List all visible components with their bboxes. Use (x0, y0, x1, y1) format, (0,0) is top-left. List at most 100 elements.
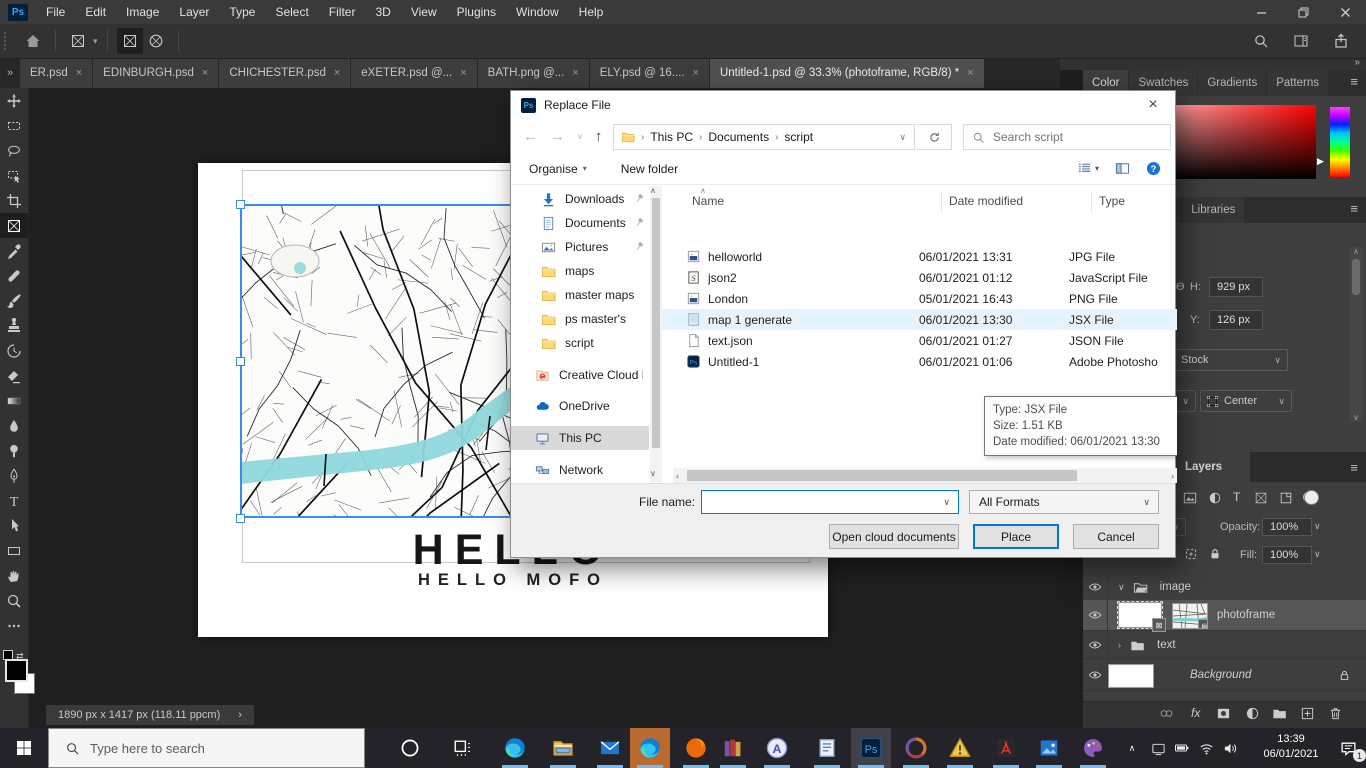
menu-layer[interactable]: Layer (169, 0, 219, 24)
center-dropdown[interactable]: Center ∨ (1200, 390, 1292, 412)
sidebar-scrollbar[interactable]: ∧ ∨ (650, 186, 662, 482)
link-layers-icon[interactable] (1159, 706, 1174, 726)
wifi-icon[interactable] (1194, 728, 1218, 768)
marquee-tool[interactable] (0, 113, 28, 138)
new-group-icon[interactable] (1272, 706, 1287, 726)
chevron-collapsed-icon[interactable]: › (1118, 640, 1121, 650)
document-tab[interactable]: eXETER.psd @... × (351, 58, 478, 88)
breadcrumb-dropdown-icon[interactable]: ∨ (899, 132, 906, 143)
background-thumbnail[interactable] (1108, 664, 1154, 688)
dialog-close-icon[interactable]: × (1131, 91, 1175, 119)
breadcrumb-script[interactable]: script (784, 130, 813, 144)
organise-button[interactable]: Organise ▾ (529, 162, 587, 176)
menu-view[interactable]: View (401, 0, 447, 24)
taskbar-edge-icon[interactable] (630, 728, 670, 768)
history-brush-tool[interactable] (0, 338, 28, 363)
frame-tool-preset-icon[interactable] (65, 28, 91, 54)
rectangle-tool[interactable] (0, 538, 28, 563)
visibility-eye-icon[interactable] (1083, 574, 1108, 600)
tab-close-icon[interactable]: × (76, 67, 82, 79)
opacity-field[interactable]: 100% (1262, 518, 1312, 536)
taskbar-winrar-icon[interactable] (713, 728, 753, 768)
hand-tool[interactable] (0, 563, 28, 588)
gradient-tool[interactable] (0, 388, 28, 413)
taskbar-a-app-icon[interactable]: A (757, 728, 797, 768)
delete-layer-icon[interactable] (1328, 706, 1343, 726)
taskbar-photos-icon[interactable] (1029, 728, 1069, 768)
layer-group-image[interactable]: ∨ image (1083, 574, 1366, 601)
visibility-eye-icon[interactable] (1083, 660, 1108, 690)
cortana-icon[interactable] (390, 728, 430, 768)
taskbar-warning-icon[interactable] (940, 728, 980, 768)
file-row-map-1-generate[interactable]: map 1 generate 06/01/2021 13:30 JSX File (662, 309, 1177, 330)
clone-stamp-tool[interactable] (0, 313, 28, 338)
chevron-expanded-icon[interactable]: ∨ (1118, 582, 1125, 593)
crop-tool[interactable] (0, 188, 28, 213)
move-tool[interactable] (0, 88, 28, 113)
new-layer-icon[interactable] (1300, 706, 1315, 726)
eyedropper-tool[interactable] (0, 238, 28, 263)
taskbar-edge-icon[interactable] (495, 728, 535, 768)
tab-patterns[interactable]: Patterns (1267, 70, 1330, 96)
file-name-input[interactable]: ∨ (701, 490, 959, 514)
file-row-helloworld[interactable]: helloworld 06/01/2021 13:31 JPG File (662, 246, 1177, 267)
breadcrumb[interactable]: › This PC › Documents › script ∨ (613, 124, 915, 150)
foreground-color-swatch[interactable] (5, 659, 28, 682)
close-button[interactable] (1324, 0, 1366, 24)
lock-all-icon[interactable] (1208, 547, 1222, 564)
layer-photoframe[interactable]: ⊠ ▤ photoframe (1083, 600, 1366, 632)
search-input[interactable]: Search script (963, 124, 1171, 150)
frame-thumbnail[interactable]: ⊠ (1117, 601, 1166, 632)
adjustment-layer-icon[interactable] (1245, 706, 1260, 726)
layer-effects-icon[interactable]: fx (1191, 706, 1200, 720)
new-folder-button[interactable]: New folder (621, 162, 678, 176)
selection-handle[interactable] (236, 357, 245, 366)
battery-icon[interactable] (1170, 728, 1194, 768)
document-tab[interactable]: BATH.png @... × (477, 58, 590, 88)
layer-mask-icon[interactable] (1216, 706, 1231, 726)
document-tab[interactable]: CHICHESTER.psd × (219, 58, 352, 88)
taskbar-creative-cloud-app-icon[interactable] (896, 728, 936, 768)
frame-tool[interactable] (0, 213, 28, 238)
object-selection-tool[interactable] (0, 163, 28, 188)
menu-plugins[interactable]: Plugins (447, 0, 506, 24)
filter-shape-icon[interactable] (1254, 491, 1268, 508)
selection-handle[interactable] (236, 514, 245, 523)
menu-3d[interactable]: 3D (365, 0, 400, 24)
taskbar-search-input[interactable]: Type here to search (48, 728, 365, 768)
taskbar-paint3d-icon[interactable] (1073, 728, 1113, 768)
refresh-icon[interactable] (917, 124, 952, 150)
home-icon[interactable] (20, 28, 46, 54)
panel-menu-icon[interactable]: ≡ (1350, 74, 1358, 89)
menu-select[interactable]: Select (265, 0, 318, 24)
tab-close-icon[interactable]: × (202, 67, 208, 79)
filter-type-icon[interactable]: T (1233, 490, 1240, 504)
forward-icon[interactable]: → (550, 128, 565, 145)
document-tab[interactable]: ELY.psd @ 16.... × (589, 58, 710, 88)
column-date-modified[interactable]: Date modified (949, 194, 1023, 208)
y-position-field[interactable]: 126 px (1209, 310, 1263, 330)
notification-center-icon[interactable]: 1 (1334, 728, 1366, 768)
format-dropdown[interactable]: All Formats ∨ (969, 490, 1159, 514)
breadcrumb-documents[interactable]: Documents (708, 130, 769, 144)
panel-menu-icon[interactable]: ≡ (1350, 201, 1358, 216)
menu-help[interactable]: Help (569, 0, 614, 24)
tab-close-icon[interactable]: × (967, 67, 973, 79)
tab-overflow-chevron[interactable]: » (0, 58, 20, 88)
sidebar-item-this-pc[interactable]: This PC (511, 426, 649, 450)
more-tools[interactable] (0, 613, 28, 638)
menu-file[interactable]: File (36, 0, 75, 24)
height-field[interactable]: 929 px (1209, 277, 1263, 297)
tab-gradients[interactable]: Gradients (1198, 70, 1268, 96)
map-thumbnail[interactable]: ▤ (1172, 603, 1208, 629)
selection-handle[interactable] (236, 200, 245, 209)
file-row-text-json[interactable]: text.json 06/01/2021 01:27 JSON File (662, 330, 1177, 351)
search-icon[interactable] (1248, 28, 1274, 54)
column-type[interactable]: Type (1099, 194, 1125, 208)
chevron-down-icon[interactable]: ▾ (93, 36, 98, 47)
share-icon[interactable] (1328, 28, 1354, 54)
dodge-tool[interactable] (0, 438, 28, 463)
sidebar-item-downloads[interactable]: Downloads (511, 187, 649, 211)
filter-picture-icon[interactable] (1183, 491, 1197, 508)
restore-button[interactable] (1282, 0, 1324, 24)
